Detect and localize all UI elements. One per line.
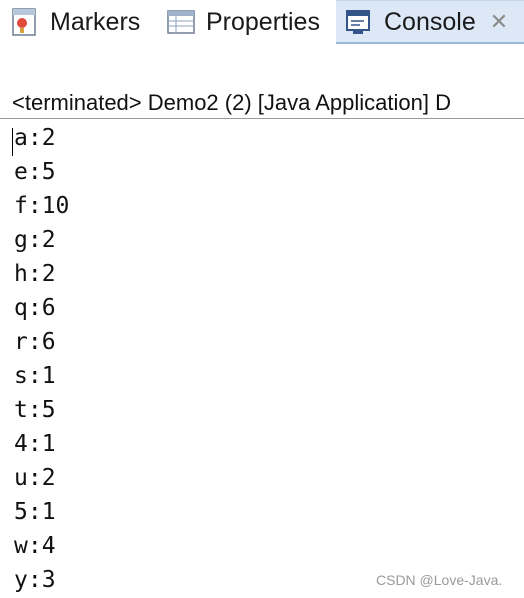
console-line: t:5	[14, 397, 56, 423]
tab-markers[interactable]: Markers	[10, 0, 140, 44]
console-line: q:6	[14, 295, 56, 321]
console-line: u:2	[14, 465, 56, 491]
console-line: h:2	[14, 261, 56, 287]
console-line: f:10	[14, 193, 70, 219]
console-icon	[344, 8, 374, 38]
active-tab-indicator	[336, 42, 524, 44]
tab-properties[interactable]: Properties	[166, 0, 320, 44]
close-icon[interactable]: ✕	[490, 10, 508, 35]
tab-console-label: Console	[384, 8, 476, 36]
watermark: CSDN @Love-Java.	[376, 572, 503, 588]
text-caret	[12, 128, 13, 156]
console-line: r:6	[14, 329, 56, 355]
console-line: g:2	[14, 227, 56, 253]
view-tab-bar: Markers Properties Console ✕	[0, 0, 524, 44]
console-output-area[interactable]: a:2 e:5 f:10 g:2 h:2 q:6 r:6 s:1 t:5 4:1 u:2 5:1 w:4…	[0, 121, 524, 598]
console-line: y:3	[14, 567, 56, 593]
tab-markers-label: Markers	[50, 7, 141, 36]
markers-icon	[10, 7, 40, 37]
console-divider	[0, 118, 524, 119]
console-status-line: <terminated> Demo2 (2) [Java Application…	[12, 90, 452, 115]
tab-console[interactable]: Console ✕	[336, 0, 524, 44]
tab-properties-label: Properties	[206, 7, 320, 36]
console-line: w:4	[14, 533, 56, 559]
console-line: 5:1	[14, 499, 56, 525]
console-line: s:1	[14, 363, 56, 389]
properties-icon	[166, 7, 196, 37]
console-line: a:2	[14, 125, 56, 151]
console-line: 4:1	[14, 431, 56, 457]
console-line: e:5	[14, 159, 56, 185]
